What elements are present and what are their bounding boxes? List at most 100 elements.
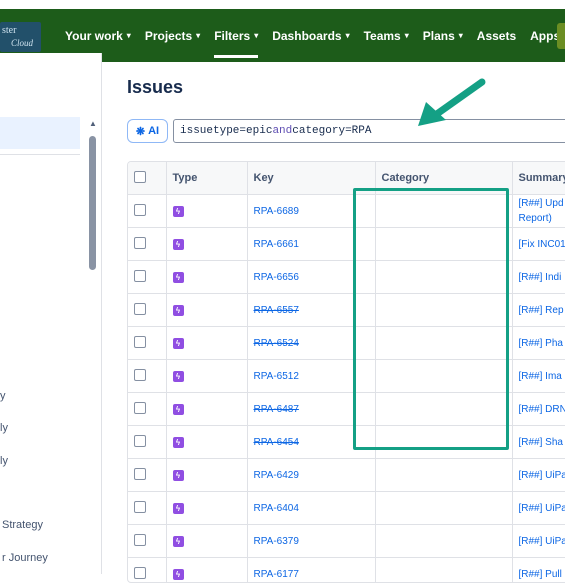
row-checkbox[interactable] bbox=[134, 336, 146, 348]
row-checkbox[interactable] bbox=[134, 435, 146, 447]
sidebar-item-label[interactable]: ly bbox=[0, 422, 8, 434]
ai-button-label: AI bbox=[148, 125, 159, 137]
summary-cell: [R##] Rep bbox=[512, 294, 565, 327]
site-logo[interactable]: ster Cloud bbox=[0, 22, 41, 52]
category-cell[interactable] bbox=[375, 525, 512, 558]
issue-key-link[interactable]: RPA-6404 bbox=[254, 503, 299, 514]
summary-link[interactable]: [R##] Upd bbox=[519, 198, 564, 209]
nav-item-label: Your work bbox=[65, 29, 123, 43]
nav-item-teams[interactable]: Teams▾ bbox=[364, 9, 409, 62]
row-checkbox[interactable] bbox=[134, 204, 146, 216]
table-row[interactable]: ϟ RPA-6429 [R##] UiPa bbox=[128, 459, 565, 492]
column-header-summary[interactable]: Summary bbox=[512, 162, 565, 195]
epic-lightning-icon: ϟ bbox=[173, 470, 184, 481]
sidebar-item-label[interactable]: Strategy bbox=[2, 519, 43, 531]
category-cell[interactable] bbox=[375, 459, 512, 492]
table-row[interactable]: ϟ RPA-6404 [R##] UiPa bbox=[128, 492, 565, 525]
epic-lightning-icon: ϟ bbox=[173, 404, 184, 415]
epic-lightning-icon: ϟ bbox=[173, 239, 184, 250]
issue-key-link[interactable]: RPA-6454 bbox=[254, 437, 299, 448]
issue-key-link[interactable]: RPA-6429 bbox=[254, 470, 299, 481]
type-cell: ϟ bbox=[166, 426, 247, 459]
sidebar-item-label[interactable]: r Journey bbox=[2, 552, 48, 564]
nav-menu: Your work▾Projects▾Filters▾Dashboards▾Te… bbox=[65, 9, 565, 62]
row-checkbox[interactable] bbox=[134, 402, 146, 414]
logo-text-bottom: Cloud bbox=[11, 38, 33, 48]
summary-link[interactable]: [R##] Pull bbox=[519, 569, 562, 580]
column-header-type[interactable]: Type bbox=[166, 162, 247, 195]
row-checkbox[interactable] bbox=[134, 303, 146, 315]
select-all-checkbox[interactable] bbox=[134, 171, 146, 183]
scroll-up-icon[interactable]: ▲ bbox=[89, 119, 97, 128]
summary-link[interactable]: [Fix INC01 bbox=[519, 239, 565, 250]
issue-key-link[interactable]: RPA-6661 bbox=[254, 239, 299, 250]
issue-key-link[interactable]: RPA-6512 bbox=[254, 371, 299, 382]
jql-field: category bbox=[292, 125, 345, 137]
summary-cell: [R##] UiPa bbox=[512, 459, 565, 492]
row-checkbox[interactable] bbox=[134, 567, 146, 579]
select-all-cell bbox=[128, 162, 166, 195]
summary-link[interactable]: [R##] Sha bbox=[519, 437, 563, 448]
category-cell[interactable] bbox=[375, 492, 512, 525]
jql-operator: = bbox=[239, 125, 246, 137]
sidebar-divider bbox=[0, 154, 80, 155]
row-checkbox[interactable] bbox=[134, 468, 146, 480]
nav-item-label: Dashboards bbox=[272, 29, 341, 43]
summary-link-continued[interactable]: Report) bbox=[519, 213, 552, 224]
summary-link[interactable]: [R##] UiPa bbox=[519, 470, 565, 481]
nav-item-filters[interactable]: Filters▾ bbox=[214, 9, 258, 62]
type-cell: ϟ bbox=[166, 195, 247, 228]
chevron-down-icon: ▾ bbox=[459, 31, 463, 40]
issue-key-link[interactable]: RPA-6689 bbox=[254, 206, 299, 217]
category-cell[interactable] bbox=[375, 558, 512, 583]
summary-link[interactable]: [R##] Ima bbox=[519, 371, 562, 382]
row-checkbox[interactable] bbox=[134, 501, 146, 513]
summary-link[interactable]: [R##] DRN bbox=[519, 404, 565, 415]
sidebar-item-label[interactable]: y bbox=[0, 390, 6, 402]
summary-link[interactable]: [R##] UiPa bbox=[519, 536, 565, 547]
nav-item-assets[interactable]: Assets bbox=[477, 9, 516, 62]
sidebar-scrollbar[interactable] bbox=[89, 136, 96, 270]
issue-key-link[interactable]: RPA-6524 bbox=[254, 338, 299, 349]
nav-item-plans[interactable]: Plans▾ bbox=[423, 9, 463, 62]
summary-link[interactable]: [R##] Pha bbox=[519, 338, 563, 349]
ai-button[interactable]: ❋ AI bbox=[127, 119, 168, 143]
chevron-down-icon: ▾ bbox=[254, 31, 258, 40]
summary-cell: [R##] Sha bbox=[512, 426, 565, 459]
nav-item-dashboards[interactable]: Dashboards▾ bbox=[272, 9, 349, 62]
epic-lightning-icon: ϟ bbox=[173, 371, 184, 382]
key-cell: RPA-6429 bbox=[247, 459, 375, 492]
row-checkbox[interactable] bbox=[134, 369, 146, 381]
row-select-cell bbox=[128, 228, 166, 261]
create-button[interactable] bbox=[557, 23, 565, 49]
sidebar-item-label[interactable]: ly bbox=[0, 455, 8, 467]
nav-item-label: Assets bbox=[477, 29, 516, 43]
row-checkbox[interactable] bbox=[134, 237, 146, 249]
issue-key-link[interactable]: RPA-6487 bbox=[254, 404, 299, 415]
chevron-down-icon: ▾ bbox=[196, 31, 200, 40]
summary-cell: [R##] Upd Report) bbox=[512, 195, 565, 228]
row-select-cell bbox=[128, 327, 166, 360]
table-row[interactable]: ϟRPA-6177[R##] Pull bbox=[128, 558, 565, 583]
summary-link[interactable]: [R##] UiPa bbox=[519, 503, 565, 514]
issue-key-link[interactable]: RPA-6379 bbox=[254, 536, 299, 547]
jql-search-input[interactable]: issuetype = epic and category = RPA bbox=[173, 119, 565, 143]
epic-lightning-icon: ϟ bbox=[173, 536, 184, 547]
type-cell: ϟ bbox=[166, 360, 247, 393]
key-cell: RPA-6379 bbox=[247, 525, 375, 558]
issue-key-link[interactable]: RPA-6656 bbox=[254, 272, 299, 283]
sidebar-selected-item[interactable] bbox=[0, 117, 80, 149]
row-select-cell bbox=[128, 294, 166, 327]
table-row[interactable]: ϟ RPA-6379 [R##] UiPa bbox=[128, 525, 565, 558]
row-select-cell bbox=[128, 195, 166, 228]
row-select-cell bbox=[128, 525, 166, 558]
nav-item-projects[interactable]: Projects▾ bbox=[145, 9, 200, 62]
issue-key-link[interactable]: RPA-6177 bbox=[254, 569, 299, 580]
summary-link[interactable]: [R##] Rep bbox=[519, 305, 564, 316]
type-cell: ϟ bbox=[166, 492, 247, 525]
issue-key-link[interactable]: RPA-6557 bbox=[254, 305, 299, 316]
summary-link[interactable]: [R##] Indi bbox=[519, 272, 562, 283]
row-checkbox[interactable] bbox=[134, 270, 146, 282]
row-checkbox[interactable] bbox=[134, 534, 146, 546]
chevron-down-icon: ▾ bbox=[127, 31, 131, 40]
